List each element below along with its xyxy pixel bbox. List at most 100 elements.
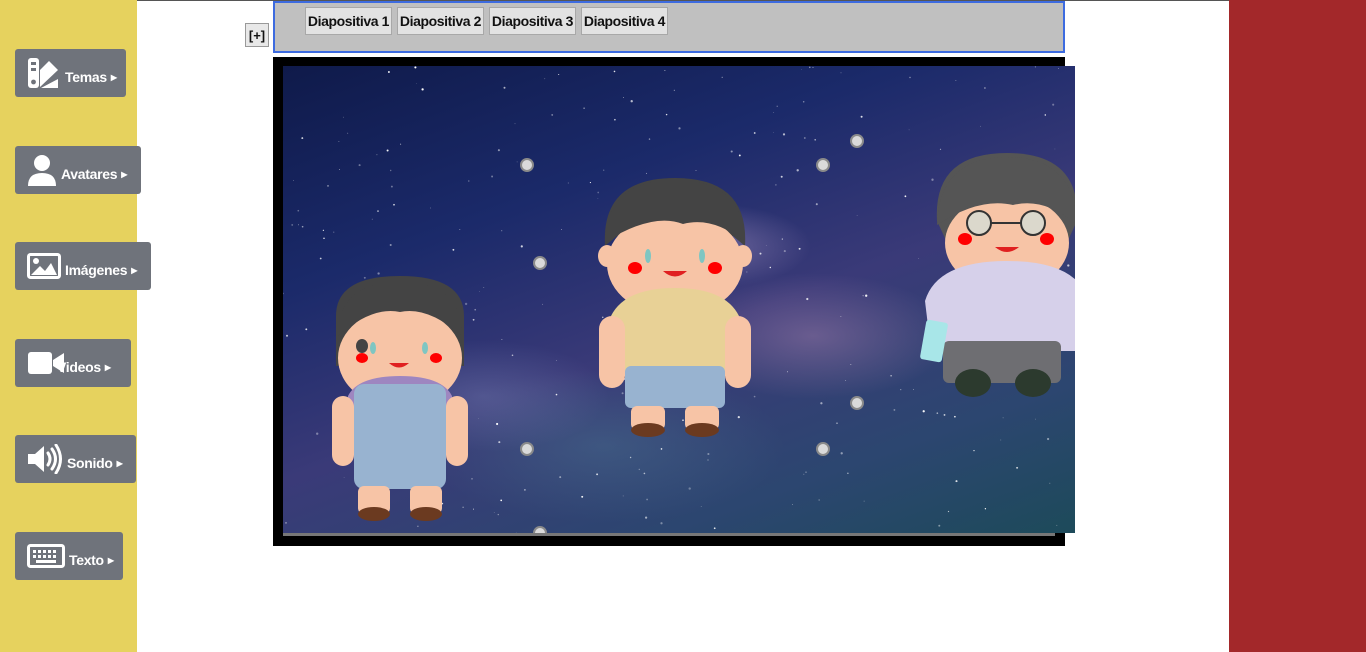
resize-handle[interactable] (520, 158, 534, 172)
star (646, 498, 648, 501)
star (890, 375, 892, 377)
star (980, 125, 981, 127)
tab-slide-3[interactable]: Diapositiva 3 (489, 7, 576, 35)
star (938, 524, 941, 527)
sidebar-item-label: Sonido (67, 455, 113, 471)
sidebar-item-label: Imágenes (65, 262, 128, 278)
star (1046, 437, 1050, 441)
star (943, 413, 946, 416)
tab-slide-1[interactable]: Diapositiva 1 (305, 7, 392, 35)
star (479, 291, 480, 292)
star (1044, 114, 1047, 116)
star (863, 500, 865, 502)
star (908, 129, 910, 131)
star (840, 72, 842, 74)
star (1054, 148, 1056, 150)
star (301, 137, 304, 140)
star (798, 247, 801, 250)
star (769, 266, 772, 269)
star (377, 210, 379, 212)
star (805, 471, 807, 473)
resize-handle[interactable] (533, 256, 547, 270)
sidebar-item-label: Texto (69, 552, 104, 568)
resize-handle[interactable] (816, 442, 830, 456)
sidebar-item-avatares[interactable]: Avatares ▶ (15, 146, 141, 194)
star (316, 432, 319, 435)
star (555, 360, 557, 361)
tab-slide-4[interactable]: Diapositiva 4 (581, 7, 668, 35)
star (900, 389, 902, 391)
star (298, 224, 299, 226)
star (558, 73, 560, 76)
star (491, 175, 494, 178)
star (501, 338, 503, 340)
star (776, 105, 778, 107)
star (1000, 439, 1002, 441)
star (803, 473, 805, 475)
sidebar-item-temas[interactable]: Temas ▶ (15, 49, 126, 97)
star (472, 508, 475, 510)
star (1052, 103, 1055, 106)
star (707, 452, 710, 456)
star (738, 154, 741, 157)
caret-right-icon: ▶ (110, 73, 117, 82)
star (468, 180, 470, 182)
star (1035, 418, 1036, 420)
boy-avatar[interactable] (593, 176, 758, 441)
caret-right-icon: ▶ (104, 363, 111, 372)
star (673, 89, 675, 91)
star (1034, 66, 1036, 68)
sidebar-item-videos[interactable]: Videos ▶ (15, 339, 131, 387)
star (955, 80, 957, 81)
sidebar-item-sonido[interactable]: Sonido ▶ (15, 435, 136, 483)
star (589, 182, 591, 184)
sidebar-item-label: Videos (57, 359, 101, 375)
star (840, 316, 842, 317)
star (327, 185, 329, 187)
star (792, 504, 793, 505)
right-panel (1229, 0, 1366, 652)
star (973, 449, 975, 452)
star (283, 292, 284, 295)
star (623, 97, 624, 98)
star (809, 66, 811, 69)
resize-handle[interactable] (520, 442, 534, 456)
timeline-bar[interactable] (283, 533, 1055, 536)
star (285, 522, 287, 524)
star (645, 516, 648, 519)
star (511, 354, 514, 357)
star (393, 203, 395, 206)
tab-slide-2[interactable]: Diapositiva 2 (397, 7, 484, 35)
star (291, 223, 294, 226)
add-slide-button[interactable]: [+] (245, 23, 269, 47)
resize-handle[interactable] (850, 396, 864, 410)
resize-handle[interactable] (816, 158, 830, 172)
star (323, 237, 325, 240)
star (922, 410, 925, 413)
star (319, 257, 322, 260)
star (347, 132, 349, 134)
sidebar-item-texto[interactable]: Texto ▶ (15, 532, 123, 580)
girl-avatar[interactable] (328, 276, 473, 526)
star (559, 476, 562, 479)
star (551, 113, 554, 116)
star (753, 132, 756, 134)
star (1002, 417, 1004, 419)
star (430, 207, 431, 209)
star (524, 489, 526, 491)
caret-right-icon: ▶ (131, 266, 138, 275)
star (400, 143, 402, 145)
palette-icon (27, 57, 61, 89)
star (293, 180, 295, 182)
star (759, 252, 762, 255)
slide-canvas[interactable] (283, 66, 1075, 533)
star (984, 508, 987, 510)
keyboard-icon (27, 544, 65, 568)
resize-handle[interactable] (850, 134, 864, 148)
sidebar-item-imagenes[interactable]: Imágenes ▶ (15, 242, 151, 290)
grandmother-avatar[interactable] (913, 151, 1075, 406)
star (478, 418, 479, 419)
resize-handle[interactable] (533, 526, 547, 533)
star (497, 149, 500, 152)
star (630, 100, 633, 103)
